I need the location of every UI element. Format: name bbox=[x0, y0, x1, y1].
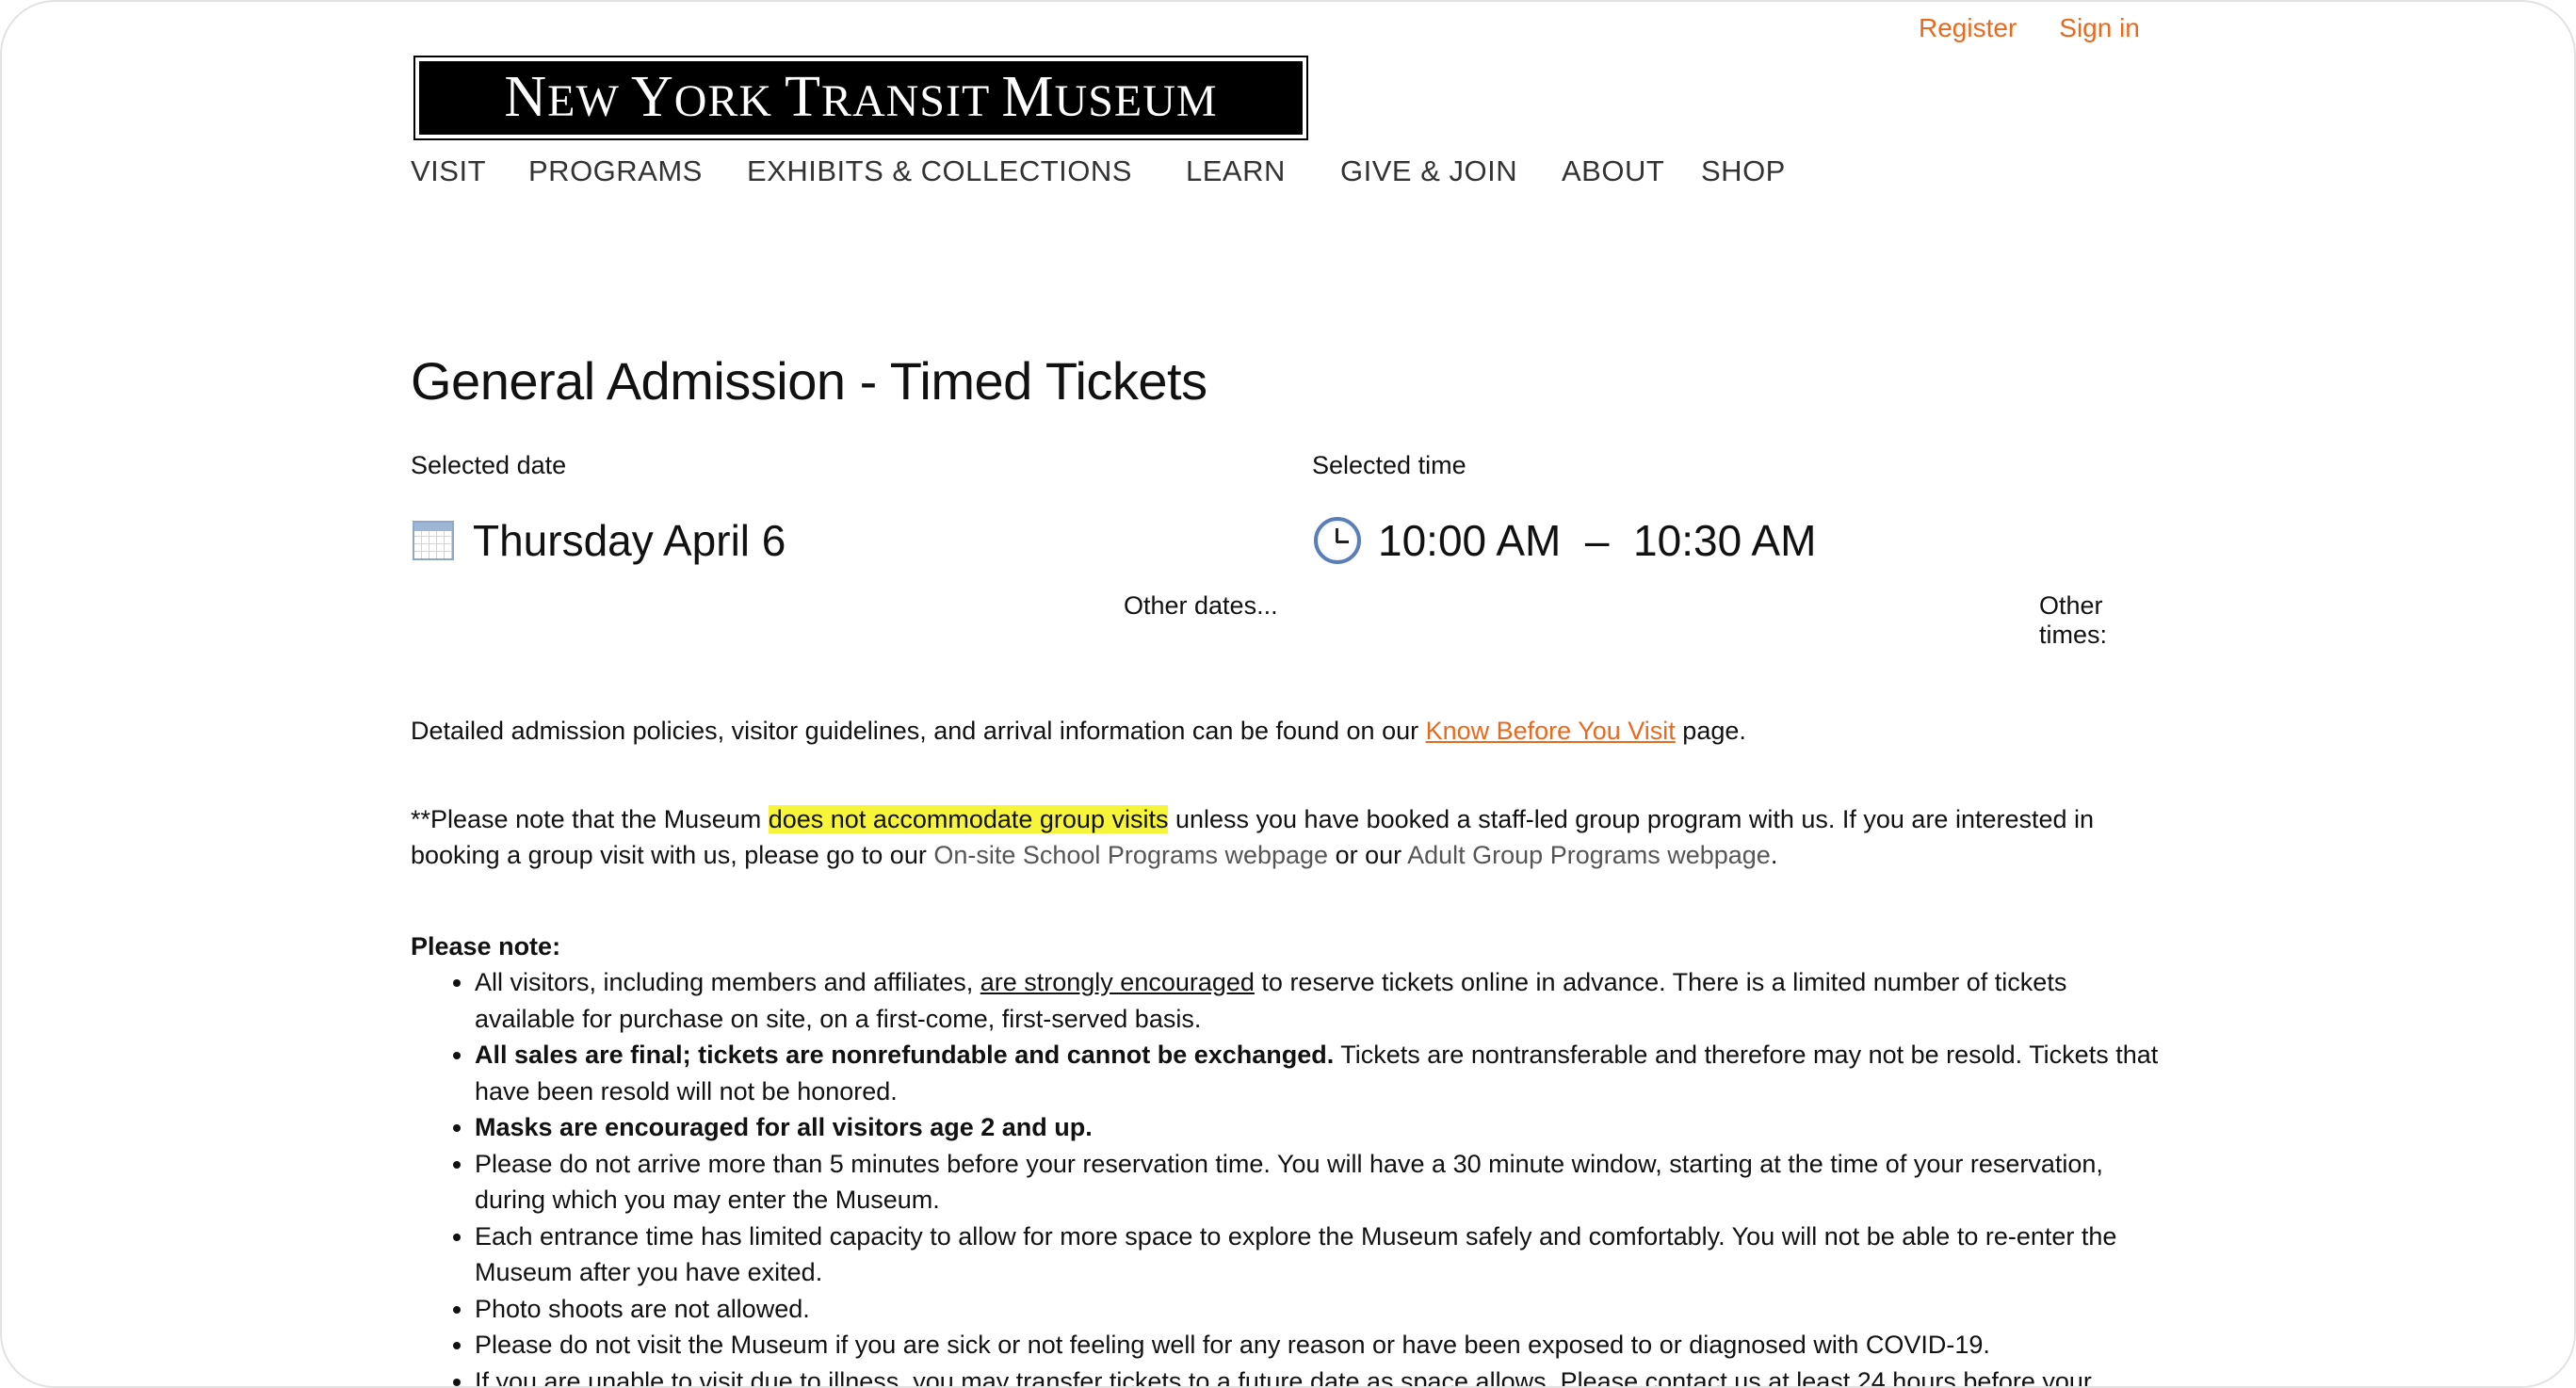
svg-text:NEW YORK TRANSIT MUSEUM: NEW YORK TRANSIT MUSEUM bbox=[504, 67, 1217, 129]
list-item: Photo shoots are not allowed. bbox=[475, 1291, 2167, 1328]
list-item: Masks are encouraged for all visitors ag… bbox=[475, 1109, 2167, 1146]
logo-wordmark: NEW YORK TRANSIT MUSEUM bbox=[419, 61, 1303, 135]
group-note-text-or: or our bbox=[1328, 841, 1408, 869]
nav-item-give-join[interactable]: GIVE & JOIN bbox=[1340, 154, 1517, 188]
group-visits-paragraph: **Please note that the Museum does not a… bbox=[411, 801, 2167, 873]
sign-in-link[interactable]: Sign in bbox=[2059, 13, 2140, 43]
other-times-label[interactable]: Other times: bbox=[2039, 591, 2167, 650]
logo-text-graphic: NEW YORK TRANSIT MUSEUM bbox=[504, 67, 1217, 129]
nav-item-exhibits-collections[interactable]: EXHIBITS & COLLECTIONS bbox=[747, 154, 1132, 188]
browser-viewport: Register Sign in NEW YORK TRANSIT MUSEUM… bbox=[0, 0, 2576, 1388]
list-item: Please do not visit the Museum if you ar… bbox=[475, 1327, 2167, 1364]
nav-item-about[interactable]: ABOUT bbox=[1562, 154, 1664, 188]
adult-group-programs-link[interactable]: Adult Group Programs webpage bbox=[1407, 841, 1771, 869]
note-text: All visitors, including members and affi… bbox=[475, 968, 980, 996]
admission-info-text: Detailed admission policies, visitor gui… bbox=[411, 717, 1426, 745]
please-note-heading: Please note: bbox=[411, 932, 561, 960]
note-bold: Masks are encouraged for all visitors ag… bbox=[475, 1113, 1093, 1141]
clock-icon[interactable] bbox=[1314, 517, 1361, 564]
nav-item-visit[interactable]: VISIT bbox=[411, 154, 486, 188]
page-title: General Admission - Timed Tickets bbox=[411, 351, 1207, 411]
selected-date: Thursday April 6 bbox=[413, 515, 786, 566]
nav-item-shop[interactable]: SHOP bbox=[1701, 154, 1786, 188]
nav-item-programs[interactable]: PROGRAMS bbox=[528, 154, 703, 188]
admission-info-paragraph: Detailed admission policies, visitor gui… bbox=[411, 713, 2167, 749]
main-content: General Admission - Timed Tickets Select… bbox=[411, 350, 2167, 1386]
list-item: All visitors, including members and affi… bbox=[475, 964, 2167, 1037]
note-underline: are strongly encouraged bbox=[980, 968, 1255, 996]
selected-time-label: Selected time bbox=[1312, 451, 1466, 479]
group-visits-highlight: does not accommodate group visits bbox=[768, 805, 1169, 833]
list-item: If you are unable to visit due to illnes… bbox=[475, 1364, 2167, 1387]
note-bold: All sales are final; tickets are nonrefu… bbox=[475, 1041, 1335, 1069]
group-note-text: **Please note that the Museum bbox=[411, 805, 769, 833]
know-before-you-visit-link[interactable]: Know Before You Visit bbox=[1426, 717, 1676, 745]
site-logo[interactable]: NEW YORK TRANSIT MUSEUM bbox=[413, 56, 1308, 140]
selected-time: 10:00 AM – 10:30 AM bbox=[1314, 515, 1816, 566]
account-links: Register Sign in bbox=[1919, 13, 2140, 43]
selected-time-value: 10:00 AM – 10:30 AM bbox=[1378, 516, 1817, 565]
school-programs-link[interactable]: On-site School Programs webpage bbox=[933, 841, 1328, 869]
calendar-icon[interactable] bbox=[413, 521, 454, 560]
register-link[interactable]: Register bbox=[1919, 13, 2017, 43]
list-item: Please do not arrive more than 5 minutes… bbox=[475, 1146, 2167, 1219]
admission-info-text-end: page. bbox=[1675, 717, 1746, 745]
group-note-text-end: . bbox=[1770, 841, 1778, 869]
nav-item-learn[interactable]: LEARN bbox=[1186, 154, 1286, 188]
list-item: Each entrance time has limited capacity … bbox=[475, 1219, 2167, 1291]
selected-date-label: Selected date bbox=[411, 451, 567, 479]
selected-date-value: Thursday April 6 bbox=[473, 516, 786, 565]
other-dates-link[interactable]: Other dates... bbox=[1124, 591, 1278, 621]
list-item: All sales are final; tickets are nonrefu… bbox=[475, 1037, 2167, 1109]
notes-list: All visitors, including members and affi… bbox=[411, 964, 2167, 1387]
